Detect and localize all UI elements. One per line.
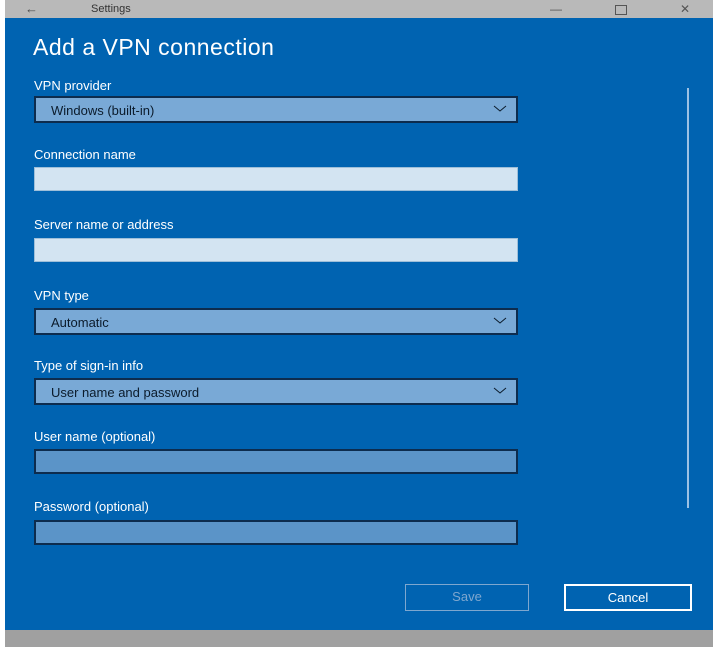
signin-type-label: Type of sign-in info	[34, 358, 144, 373]
minimize-button[interactable]: —	[533, 0, 579, 18]
title-bar: ← Settings — ✕	[5, 0, 713, 18]
scrollbar[interactable]	[687, 88, 689, 508]
cancel-button[interactable]: Cancel	[564, 584, 692, 611]
password-label: Password (optional)	[34, 499, 149, 514]
username-label: User name (optional)	[34, 429, 156, 444]
maximize-button[interactable]	[598, 0, 644, 18]
window-title: Settings	[91, 3, 131, 15]
connection-name-label: Connection name	[34, 147, 136, 162]
vpn-type-dropdown[interactable]: Automatic	[34, 308, 518, 335]
server-address-field[interactable]	[34, 238, 518, 262]
vpn-provider-label: VPN provider	[34, 78, 112, 93]
signin-type-value: User name and password	[51, 385, 200, 400]
settings-window: ← Settings — ✕ Add a VPN connection VPN …	[5, 0, 713, 647]
vpn-provider-dropdown[interactable]: Windows (built-in)	[34, 96, 518, 123]
signin-type-dropdown[interactable]: User name and password	[34, 378, 518, 405]
chevron-down-icon	[493, 317, 507, 324]
username-field[interactable]	[34, 449, 518, 474]
password-field[interactable]	[34, 520, 518, 545]
vpn-provider-value: Windows (built-in)	[51, 103, 155, 118]
back-arrow-icon[interactable]: ←	[25, 1, 38, 16]
save-button[interactable]: Save	[405, 584, 529, 611]
vpn-type-label: VPN type	[34, 288, 89, 303]
chevron-down-icon	[493, 105, 507, 112]
page-title: Add a VPN connection	[33, 34, 275, 60]
vpn-type-value: Automatic	[51, 315, 109, 330]
server-address-label: Server name or address	[34, 217, 174, 232]
chevron-down-icon	[493, 387, 507, 394]
connection-name-field[interactable]	[34, 167, 518, 191]
maximize-icon	[615, 4, 627, 15]
close-button[interactable]: ✕	[662, 0, 708, 18]
window-bottom-edge	[5, 630, 713, 647]
